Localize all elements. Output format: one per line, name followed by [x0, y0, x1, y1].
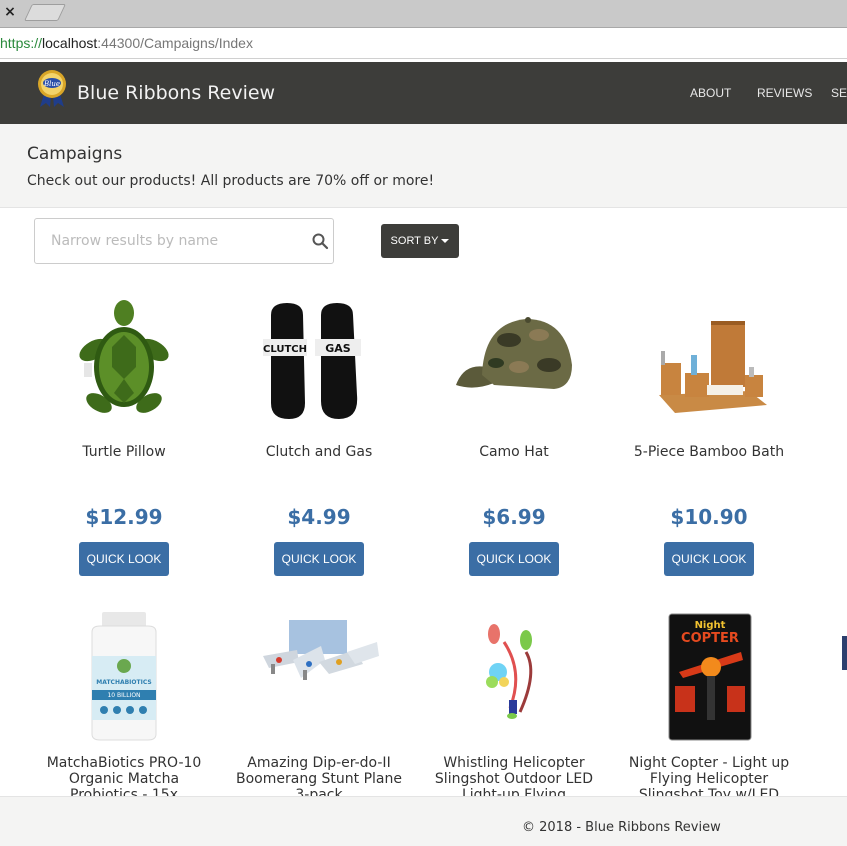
next-product-edge: [842, 636, 847, 670]
blue-ribbon-logo-icon[interactable]: Blue: [34, 68, 70, 108]
nav-link-sell[interactable]: SEL: [831, 86, 847, 100]
slingshot-helicopter-image[interactable]: [454, 612, 574, 742]
quick-look-button[interactable]: QUICK LOOK: [664, 542, 754, 576]
socks-right-text: GAS: [325, 342, 351, 355]
bamboo-bath-set-image[interactable]: [649, 295, 769, 425]
footer-copyright: © 2018 - Blue Ribbons Review: [522, 820, 721, 835]
product-price: $12.99: [85, 505, 163, 529]
supplement-bottle-image[interactable]: MATCHABIOTICS 10 BILLION: [64, 612, 184, 742]
site-brand[interactable]: Blue Ribbons Review: [77, 82, 275, 104]
stunt-plane-image[interactable]: [259, 612, 379, 742]
product-name[interactable]: Night Copter - Light up Flying Helicopte…: [619, 755, 799, 796]
site-footer: © 2018 - Blue Ribbons Review: [0, 796, 847, 846]
product-name[interactable]: Camo Hat: [424, 444, 604, 460]
product-card[interactable]: Amazing Dip-er-do-II Boomerang Stunt Pla…: [229, 612, 409, 796]
bottle-sub-text: 10 BILLION: [107, 692, 140, 699]
night-copter-main-text: COPTER: [681, 631, 739, 646]
product-name[interactable]: Turtle Pillow: [34, 444, 214, 460]
search-icon[interactable]: [311, 232, 329, 250]
product-price: $6.99: [482, 505, 546, 529]
product-price: $10.90: [670, 505, 748, 529]
product-name[interactable]: MatchaBiotics PRO-10 Organic Matcha Prob…: [34, 755, 214, 796]
url-scheme: https://: [0, 35, 43, 51]
product-card[interactable]: MATCHABIOTICS 10 BILLION MatchaBiotics P…: [34, 612, 214, 796]
product-name[interactable]: Clutch and Gas: [229, 444, 409, 460]
product-card[interactable]: Night COPTER Night Copter - Light up Fly…: [619, 612, 799, 796]
page-subtitle: Check out our products! All products are…: [27, 173, 435, 189]
search-box: [34, 218, 334, 264]
quick-look-button[interactable]: QUICK LOOK: [274, 542, 364, 576]
close-tab-icon[interactable]: ×: [2, 3, 18, 21]
socks-image[interactable]: CLUTCH GAS: [259, 295, 379, 425]
new-tab-button[interactable]: [24, 4, 66, 21]
product-name[interactable]: 5-Piece Bamboo Bath: [619, 444, 799, 460]
product-name[interactable]: Whistling Helicopter Slingshot Outdoor L…: [424, 755, 604, 796]
address-bar[interactable]: https://localhost:44300/Campaigns/Index: [0, 28, 847, 59]
nav-links: ABOUT REVIEWS SEL: [690, 86, 847, 100]
product-name[interactable]: Amazing Dip-er-do-II Boomerang Stunt Pla…: [229, 755, 409, 796]
bottle-label-text: MATCHABIOTICS: [96, 679, 151, 686]
url-host: localhost: [42, 35, 98, 51]
turtle-pillow-image[interactable]: [64, 295, 184, 425]
socks-left-text: CLUTCH: [263, 344, 307, 355]
camo-hat-image[interactable]: [454, 295, 574, 425]
nav-link-about[interactable]: ABOUT: [690, 86, 757, 100]
product-card[interactable]: Turtle Pillow $12.99 QUICK LOOK: [34, 295, 214, 585]
sort-by-button[interactable]: SORT BY: [381, 224, 459, 258]
night-copter-image[interactable]: Night COPTER: [649, 612, 769, 742]
quick-look-button[interactable]: QUICK LOOK: [79, 542, 169, 576]
search-input[interactable]: [36, 220, 306, 262]
product-card[interactable]: 5-Piece Bamboo Bath $10.90 QUICK LOOK: [619, 295, 799, 585]
product-price: $4.99: [287, 505, 351, 529]
night-copter-top-text: Night: [695, 620, 726, 631]
sort-by-label: SORT BY: [390, 235, 439, 247]
product-card[interactable]: Whistling Helicopter Slingshot Outdoor L…: [424, 612, 604, 796]
url-text[interactable]: https://localhost:44300/Campaigns/Index: [0, 35, 253, 51]
campaign-header: Campaigns Check out our products! All pr…: [0, 124, 847, 208]
product-card[interactable]: Camo Hat $6.99 QUICK LOOK: [424, 295, 604, 585]
nav-link-reviews[interactable]: REVIEWS: [757, 86, 831, 100]
product-card[interactable]: CLUTCH GAS Clutch and Gas $4.99 QUICK LO…: [229, 295, 409, 585]
url-path: :44300/Campaigns/Index: [97, 35, 253, 51]
browser-tab-bar: ×: [0, 0, 847, 28]
caret-down-icon: [441, 239, 450, 243]
svg-text:Blue: Blue: [43, 80, 60, 88]
quick-look-button[interactable]: QUICK LOOK: [469, 542, 559, 576]
page-title: Campaigns: [27, 144, 123, 164]
site-navbar: Blue Blue Ribbons Review ABOUT REVIEWS S…: [0, 62, 847, 124]
